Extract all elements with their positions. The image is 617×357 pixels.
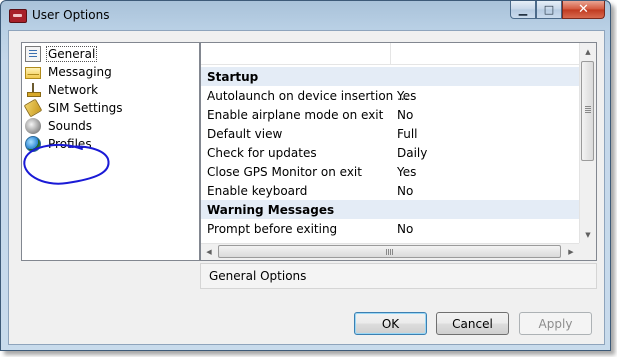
description-panel: General Options — [200, 263, 597, 289]
grid-category-row[interactable]: Warning Messages — [201, 200, 579, 219]
category-label: Warning Messages — [207, 202, 335, 217]
vertical-scroll-thumb[interactable] — [581, 61, 594, 161]
horizontal-scrollbar[interactable]: ◀ ▶ — [201, 243, 579, 260]
property-name: Autolaunch on device insertion ... — [207, 88, 409, 103]
grid-rows: Startup Autolaunch on device insertion .… — [201, 67, 579, 238]
property-name: Close GPS Monitor on exit — [207, 164, 362, 179]
scroll-right-arrow-icon[interactable]: ▶ — [563, 244, 579, 260]
grid-category-row[interactable]: Startup — [201, 67, 579, 86]
scroll-left-arrow-icon[interactable]: ◀ — [201, 244, 217, 260]
description-text: General Options — [209, 269, 307, 283]
scroll-up-arrow-icon[interactable]: ▲ — [580, 43, 596, 60]
grid-property-row[interactable]: Prompt before exiting No — [201, 219, 579, 238]
property-name: Prompt before exiting — [207, 221, 338, 236]
tree-item-sounds[interactable]: Sounds — [25, 117, 94, 135]
property-name: Enable keyboard — [207, 183, 308, 198]
property-name: Check for updates — [207, 145, 317, 160]
grid-property-row[interactable]: Default view Full — [201, 124, 579, 143]
column-separator[interactable] — [390, 43, 391, 65]
tree-item-network[interactable]: Network — [25, 81, 100, 99]
property-grid[interactable]: Startup Autolaunch on device insertion .… — [200, 42, 597, 261]
tree-item-label: Network — [48, 83, 99, 97]
property-value[interactable]: No — [397, 184, 413, 198]
caption-buttons: ▁ □ ✕ — [510, 1, 605, 21]
scrollbar-corner — [579, 243, 596, 260]
sim-card-icon — [23, 98, 43, 118]
cancel-button[interactable]: Cancel — [436, 312, 509, 335]
dialog-client-area: General Messaging Network SIM Settings S… — [8, 30, 605, 345]
scroll-down-arrow-icon[interactable]: ▼ — [580, 226, 596, 243]
envelope-icon — [25, 67, 41, 79]
grid-property-row[interactable]: Check for updates Daily — [201, 143, 579, 162]
grid-property-row[interactable]: Autolaunch on device insertion ... Yes — [201, 86, 579, 105]
grid-property-row[interactable]: Enable airplane mode on exit No — [201, 105, 579, 124]
property-value[interactable]: No — [397, 108, 413, 122]
app-icon — [9, 9, 27, 23]
tree-item-label: Profiles — [48, 137, 92, 151]
tree-item-label: SIM Settings — [48, 101, 123, 115]
vertical-scrollbar[interactable]: ▲ ▼ — [579, 43, 596, 243]
title-bar[interactable]: User Options ▁ □ ✕ — [1, 1, 610, 30]
property-value[interactable]: Yes — [397, 89, 416, 103]
globe-icon — [25, 136, 41, 152]
tree-item-sim-settings[interactable]: SIM Settings — [23, 98, 125, 118]
category-label: Startup — [207, 69, 259, 84]
property-value[interactable]: No — [397, 222, 413, 236]
maximize-button[interactable]: □ — [536, 1, 562, 19]
property-value[interactable]: Full — [397, 127, 418, 141]
options-tree[interactable]: General Messaging Network SIM Settings S… — [21, 42, 200, 261]
grid-property-row[interactable]: Close GPS Monitor on exit Yes — [201, 162, 579, 181]
horizontal-scroll-thumb[interactable] — [218, 245, 561, 258]
ok-button[interactable]: OK — [354, 312, 427, 335]
property-name: Enable airplane mode on exit — [207, 107, 384, 122]
grid-header — [201, 43, 579, 65]
speaker-icon — [25, 118, 41, 134]
tree-item-label: General — [46, 46, 98, 62]
property-value[interactable]: Yes — [397, 165, 416, 179]
antenna-icon — [25, 82, 41, 98]
tree-item-messaging[interactable]: Messaging — [25, 63, 114, 81]
tree-item-general[interactable]: General — [25, 45, 98, 63]
window-title: User Options — [32, 8, 110, 22]
apply-button[interactable]: Apply — [519, 312, 592, 335]
property-name: Default view — [207, 126, 283, 141]
tree-item-label: Messaging — [48, 65, 112, 79]
user-options-window: User Options ▁ □ ✕ General Messaging Net… — [0, 0, 611, 351]
general-icon — [25, 46, 41, 62]
grid-property-row[interactable]: Enable keyboard No — [201, 181, 579, 200]
tree-item-label: Sounds — [48, 119, 93, 133]
tree-item-profiles[interactable]: Profiles — [25, 135, 94, 153]
minimize-button[interactable]: ▁ — [510, 1, 536, 19]
property-value[interactable]: Daily — [397, 146, 427, 160]
close-button[interactable]: ✕ — [562, 1, 605, 19]
